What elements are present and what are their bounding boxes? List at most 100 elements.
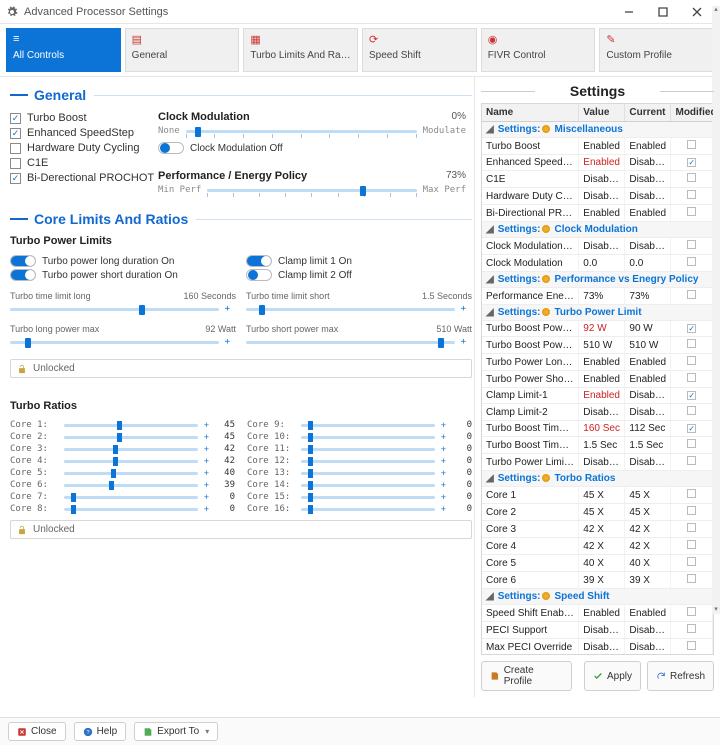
settings-row[interactable]: PECI SupportDisabledDisabled [482, 622, 713, 639]
settings-grid[interactable]: Name Value Current Modified ◢Settings:Mi… [481, 103, 714, 655]
ratio-row[interactable]: Core 8:+0 [10, 504, 235, 514]
ratio-row[interactable]: Core 15:+0 [247, 492, 472, 502]
ratio-row[interactable]: Core 1:+45 [10, 420, 235, 430]
settings-row[interactable]: Clock Modulation0.00.0 [482, 255, 713, 272]
ratio-row[interactable]: Core 11:+0 [247, 444, 472, 454]
scroll-up-icon[interactable]: ▴ [712, 6, 720, 14]
ratio-row[interactable]: Core 13:+0 [247, 468, 472, 478]
checkbox-enhanced-speedstep[interactable]: Enhanced SpeedStep [10, 127, 158, 139]
ratio-row[interactable]: Core 10:+0 [247, 432, 472, 442]
field-slider[interactable]: + [10, 337, 230, 347]
settings-row[interactable]: Turbo Power Limit LockDisabledDisabled [482, 454, 713, 471]
perf-policy-slider[interactable]: Min Perf Max Perf [158, 185, 466, 195]
window-minimize[interactable] [612, 1, 646, 23]
toggle-turbo-power-long-duration-on[interactable]: Turbo power long duration On [10, 255, 236, 267]
settings-row[interactable]: Core 342 X42 X [482, 521, 713, 538]
col-current[interactable]: Current [625, 104, 671, 122]
ratio-row[interactable]: Core 16:+0 [247, 504, 472, 514]
create-profile-button[interactable]: Create Profile [481, 661, 572, 691]
titlebar: Advanced Processor Settings [0, 0, 720, 24]
field-slider[interactable]: + [246, 304, 466, 314]
checkbox-turbo-boost[interactable]: Turbo Boost [10, 112, 158, 124]
unlock-icon [17, 525, 27, 535]
export-button[interactable]: Export To ▾ [134, 722, 218, 741]
ratio-row[interactable]: Core 4:+42 [10, 456, 235, 466]
field-slider[interactable]: + [246, 337, 466, 347]
settings-row[interactable]: Turbo BoostEnabledEnabled [482, 138, 713, 155]
window-maximize[interactable] [646, 1, 680, 23]
toggle-clamp-limit-1-on[interactable]: Clamp limit 1 On [246, 255, 472, 267]
close-icon [17, 727, 27, 737]
settings-row[interactable]: Bi-Directional PROCHOTEnabledEnabled [482, 205, 713, 222]
group-row[interactable]: ◢Settings:Torbo Ratios [482, 471, 713, 487]
ratio-row[interactable]: Core 7:+0 [10, 492, 235, 502]
settings-row[interactable]: Turbo Power Short Dur…EnabledEnabled [482, 371, 713, 388]
settings-row[interactable]: Clamp Limit-1EnabledDisabled [482, 388, 713, 404]
window-close[interactable] [680, 1, 714, 23]
ratio-row[interactable]: Core 9:+0 [247, 420, 472, 430]
col-value[interactable]: Value [579, 104, 625, 122]
scroll-down-icon[interactable]: ▾ [712, 606, 720, 614]
group-row[interactable]: ◢Settings:Turbo Power Limit [482, 305, 713, 321]
settings-row[interactable]: Core 245 X45 X [482, 504, 713, 521]
checkbox-box [10, 173, 21, 184]
help-button[interactable]: ? Help [74, 722, 127, 741]
close-button[interactable]: Close [8, 722, 66, 741]
tab-custom[interactable]: ✎Custom Profile [599, 28, 714, 72]
tab-turbo[interactable]: ▦Turbo Limits And Ratios [243, 28, 358, 72]
export-icon [143, 727, 153, 737]
settings-row[interactable]: Core 145 X45 X [482, 487, 713, 504]
settings-row[interactable]: Turbo Power Long Dura…EnabledEnabled [482, 354, 713, 371]
tab-fivr[interactable]: ◉FIVR Control [481, 28, 596, 72]
settings-row[interactable]: C1EDisabledDisabled [482, 171, 713, 188]
group-row[interactable]: ◢Settings:Speed Shift [482, 589, 713, 605]
settings-row[interactable]: Core 442 X42 X [482, 538, 713, 555]
group-row[interactable]: ◢Settings:Performance vs Enegry Policy [482, 272, 713, 288]
toggle-turbo-power-short-duration-on[interactable]: Turbo power short duration On [10, 269, 236, 281]
switch [246, 255, 272, 267]
settings-row[interactable]: Max PECI OverrideDisabledDisabled [482, 639, 713, 656]
refresh-button[interactable]: Refresh [647, 661, 714, 691]
ratio-row[interactable]: Core 14:+0 [247, 480, 472, 490]
settings-row[interactable]: Core 540 X40 X [482, 555, 713, 572]
checkbox-c1e[interactable]: C1E [10, 157, 158, 169]
checkbox-hardware-duty-cycling[interactable]: Hardware Duty Cycling [10, 142, 158, 154]
settings-row[interactable]: Hardware Duty CyclingDisabledDisabled [482, 188, 713, 205]
clock-mod-toggle[interactable]: Clock Modulation Off [158, 142, 283, 154]
field-slider[interactable]: + [10, 304, 230, 314]
settings-row[interactable]: Core 639 X39 X [482, 572, 713, 589]
ratio-row[interactable]: Core 2:+45 [10, 432, 235, 442]
ratio-row[interactable]: Core 6:+39 [10, 480, 235, 490]
ratios-lock[interactable]: Unlocked [10, 520, 472, 539]
col-modified[interactable]: Modified [671, 104, 713, 122]
tab-label: Speed Shift [369, 50, 470, 61]
group-row[interactable]: ◢Settings:Clock Modulation [482, 222, 713, 238]
settings-row[interactable]: Speed Shift EnabledEnabledEnabled [482, 605, 713, 622]
settings-row[interactable]: Performance Energy Po…73%73% [482, 288, 713, 305]
tab-speed[interactable]: ⟳Speed Shift [362, 28, 477, 72]
left-pane: General Turbo BoostEnhanced SpeedStepHar… [0, 77, 474, 697]
refresh-icon [656, 671, 666, 681]
ratio-row[interactable]: Core 3:+42 [10, 444, 235, 454]
settings-row[interactable]: Clamp Limit-2DisabledDisabled [482, 404, 713, 421]
checkbox-label: Bi-Derectional PROCHOT [27, 172, 154, 184]
col-name[interactable]: Name [482, 104, 579, 122]
apply-button[interactable]: Apply [584, 661, 641, 691]
tab-all[interactable]: ≡All Controls [6, 28, 121, 72]
clock-mod-slider[interactable]: None Modulate [158, 126, 466, 136]
settings-row[interactable]: Clock Modulation IsEna…DisabledDisabled [482, 238, 713, 255]
checkbox-bi-derectional-prochot[interactable]: Bi-Derectional PROCHOT [10, 172, 158, 184]
settings-row[interactable]: Turbo Boost Power Ma…92 W90 W [482, 321, 713, 337]
ratio-row[interactable]: Core 5:+40 [10, 468, 235, 478]
tab-general[interactable]: ▤General [125, 28, 240, 72]
settings-row[interactable]: Turbo Boost Time Wind…160 Sec112 Sec [482, 421, 713, 437]
ratio-row[interactable]: Core 12:+0 [247, 456, 472, 466]
settings-row[interactable]: Turbo Boost Time Wind…1.5 Sec1.5 Sec [482, 437, 713, 454]
field-header: Turbo short power max510 Watt [246, 324, 472, 334]
settings-row[interactable]: Enhanced SpeedStepEnabledDisabled [482, 155, 713, 171]
settings-row[interactable]: Turbo Boost Power Ma…510 W510 W [482, 337, 713, 354]
toggle-clamp-limit-2-off[interactable]: Clamp limit 2 Off [246, 269, 472, 281]
turbo-power-lock[interactable]: Unlocked [10, 359, 472, 378]
turbo-power-limits-title: Turbo Power Limits [10, 235, 472, 247]
group-row[interactable]: ◢Settings:Miscellaneous [482, 122, 713, 138]
